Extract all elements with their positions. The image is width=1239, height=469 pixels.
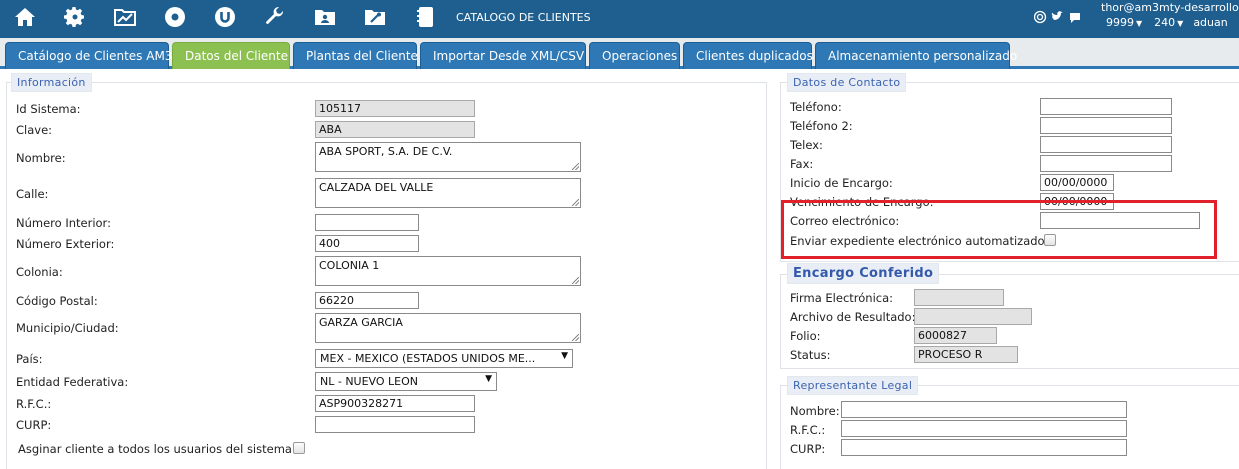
user-num1: 9999	[1106, 16, 1134, 29]
clave-field: ABA	[315, 121, 475, 138]
pais-selected-value: MEX - MEXICO (ESTADOS UNIDOS ME...	[320, 352, 536, 365]
asignar-label: Asginar cliente a todos los usuarios del…	[18, 442, 296, 456]
user-name[interactable]: thor@am3mty-desarrollo	[1101, 1, 1239, 14]
representante-legend: Representante Legal	[787, 376, 919, 395]
gear-icon[interactable]	[62, 4, 88, 30]
wrench-icon[interactable]	[262, 4, 288, 30]
user-extra: aduan	[1193, 16, 1228, 29]
telefono2-field[interactable]	[1040, 117, 1172, 134]
representante-nombre-field[interactable]	[841, 401, 1127, 418]
status-field: PROCESO R	[914, 346, 1018, 363]
asignar-checkbox[interactable]	[293, 442, 305, 454]
chart-folder-icon[interactable]	[112, 4, 138, 30]
num1-dropdown-icon[interactable]: ▼	[1136, 19, 1142, 28]
highlight-box	[781, 200, 1217, 259]
contacto-legend: Datos de Contacto	[787, 73, 907, 92]
user-context: 9999 ▼ 240 ▼ aduan	[1106, 16, 1234, 29]
numero-exterior-label: Número Exterior:	[16, 237, 115, 251]
page-title: CATALOGO DE CLIENTES	[456, 11, 591, 24]
folio-field: 6000827	[914, 327, 997, 344]
entidad-dropdown-icon: ▼	[485, 374, 492, 384]
colonia-label: Colonia:	[16, 265, 63, 279]
user-card-folder-icon[interactable]	[312, 4, 338, 30]
inicio-encargo-label: Inicio de Encargo:	[790, 176, 893, 190]
id-sistema-field: 105117	[315, 100, 475, 117]
tab-operaciones[interactable]: Operaciones	[589, 42, 680, 69]
telefono-field[interactable]	[1040, 98, 1172, 115]
folio-label: Folio:	[790, 329, 821, 343]
pais-dropdown-icon: ▼	[561, 351, 568, 361]
user-num2: 240	[1154, 16, 1176, 29]
codigo-postal-label: Código Postal:	[16, 294, 98, 308]
pais-select[interactable]: MEX - MEXICO (ESTADOS UNIDOS ME... ▼	[315, 349, 573, 368]
tab-importar[interactable]: Importar Desde XML/CSV	[420, 42, 586, 69]
id-sistema-label: Id Sistema:	[16, 102, 81, 116]
top-bar: CATALOGO DE CLIENTES thor@am3mty-desarro…	[0, 0, 1239, 38]
firma-label: Firma Electrónica:	[790, 291, 894, 305]
numero-interior-label: Número Interior:	[16, 216, 111, 230]
nombre-label: Nombre:	[16, 151, 66, 165]
telefono-label: Teléfono:	[790, 100, 842, 114]
calle-label: Calle:	[16, 187, 49, 201]
u-circle-icon[interactable]	[212, 4, 238, 30]
representante-curp-label: CURP:	[790, 442, 826, 456]
tab-almacenamiento[interactable]: Almacenamiento personalizado	[815, 42, 1017, 69]
pais-label: País:	[16, 352, 43, 366]
entidad-selected-value: NL - NUEVO LEON	[320, 375, 419, 388]
nombre-textarea[interactable]: ABA SPORT, S.A. DE C.V.	[315, 142, 581, 172]
record-icon[interactable]	[162, 4, 188, 30]
entidad-select[interactable]: NL - NUEVO LEON ▼	[315, 372, 497, 391]
representante-nombre-label: Nombre:	[790, 404, 840, 418]
tab-catalogo[interactable]: Catálogo de Clientes AM3	[5, 42, 172, 69]
entidad-label: Entidad Federativa:	[16, 375, 129, 389]
fax-label: Fax:	[790, 157, 814, 171]
representante-rfc-label: R.F.C.:	[790, 423, 826, 437]
archivo-field	[914, 308, 1032, 325]
tab-datos-cliente[interactable]: Datos del Cliente	[172, 42, 290, 69]
notebook-icon[interactable]	[412, 4, 438, 30]
inicio-encargo-field[interactable]: 00/00/0000	[1040, 174, 1114, 191]
telefono2-label: Teléfono 2:	[790, 119, 853, 133]
numero-exterior-field[interactable]: 400	[315, 235, 419, 252]
calle-textarea[interactable]: CALZADA DEL VALLE	[315, 178, 581, 208]
curp-field[interactable]	[315, 416, 475, 433]
tools-folder-icon[interactable]	[362, 4, 388, 30]
firma-field	[914, 289, 1004, 306]
informacion-legend: Información	[11, 73, 92, 92]
telex-field[interactable]	[1040, 136, 1172, 153]
tab-duplicados[interactable]: Clientes duplicados	[683, 42, 813, 69]
representante-curp-field[interactable]	[841, 439, 1127, 456]
telex-label: Telex:	[790, 138, 823, 152]
clave-label: Clave:	[16, 123, 53, 137]
colonia-textarea[interactable]: COLONIA 1	[315, 256, 581, 286]
representante-rfc-field[interactable]	[841, 420, 1127, 437]
status-label: Status:	[790, 348, 831, 362]
archivo-label: Archivo de Resultado:	[790, 310, 916, 324]
rfc-field[interactable]: ASP900328271	[315, 395, 475, 412]
tab-plantas[interactable]: Plantas del Cliente	[293, 42, 418, 69]
curp-label: CURP:	[16, 418, 52, 432]
municipio-textarea[interactable]: GARZA GARCIA	[315, 313, 581, 343]
codigo-postal-field[interactable]: 66220	[315, 292, 419, 309]
social-icons	[1033, 9, 1094, 25]
fax-field[interactable]	[1040, 155, 1172, 172]
rfc-label: R.F.C.:	[16, 397, 52, 411]
home-icon[interactable]	[12, 4, 38, 30]
numero-interior-field[interactable]	[315, 214, 419, 231]
encargo-legend: Encargo Conferido	[787, 263, 940, 284]
num2-dropdown-icon[interactable]: ▼	[1177, 19, 1183, 28]
municipio-label: Municipio/Ciudad:	[16, 321, 119, 335]
